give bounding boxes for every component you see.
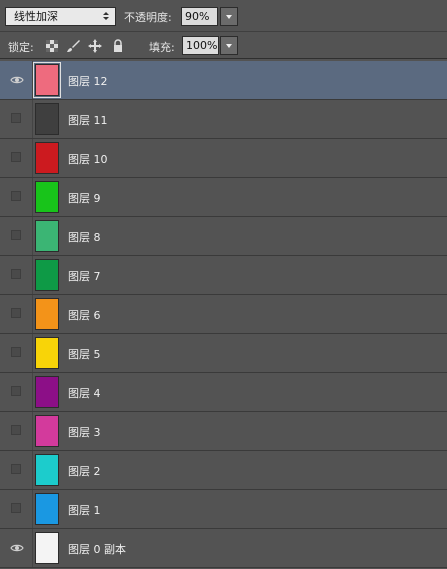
eye-icon: [10, 544, 24, 552]
layer-row[interactable]: 图层 12: [0, 61, 447, 100]
layer-name: 图层 12: [68, 75, 108, 88]
blend-mode-value: 线性加深: [14, 10, 58, 23]
fill-input[interactable]: 100%: [182, 36, 219, 55]
lock-position-move-icon[interactable]: [88, 39, 102, 53]
layer-row[interactable]: 图层 8: [0, 217, 447, 256]
layer-thumbnail[interactable]: [35, 298, 59, 330]
layer-name: 图层 3: [68, 426, 101, 439]
layer-thumbnail[interactable]: [35, 103, 59, 135]
visibility-empty-box: [11, 308, 21, 318]
layer-name: 图层 11: [68, 114, 108, 127]
layer-row[interactable]: 图层 6: [0, 295, 447, 334]
layer-name: 图层 9: [68, 192, 101, 205]
layer-row[interactable]: 图层 5: [0, 334, 447, 373]
layer-name: 图层 7: [68, 270, 101, 283]
visibility-empty-box: [11, 152, 21, 162]
visibility-empty-box: [11, 347, 21, 357]
visibility-empty-box: [11, 425, 21, 435]
visibility-toggle[interactable]: [0, 295, 33, 333]
visibility-toggle[interactable]: [0, 529, 33, 567]
layer-name: 图层 6: [68, 309, 101, 322]
layer-row[interactable]: 图层 4: [0, 373, 447, 412]
layer-row[interactable]: 图层 0 副本: [0, 529, 447, 568]
layer-thumbnail[interactable]: [35, 259, 59, 291]
layer-row[interactable]: 图层 7: [0, 256, 447, 295]
visibility-toggle[interactable]: [0, 100, 33, 138]
lock-label: 锁定:: [8, 41, 34, 54]
layer-thumbnail[interactable]: [35, 493, 59, 525]
layers-toolbar: 线性加深 不透明度: 90%: [0, 0, 447, 32]
layers-list: 图层 12 图层 11 图层 10 图层 9 图层 8 图层 7 图层 6 图层 5 图层 4 图…: [0, 61, 447, 568]
visibility-empty-box: [11, 386, 21, 396]
layer-name: 图层 5: [68, 348, 101, 361]
visibility-toggle[interactable]: [0, 490, 33, 528]
layer-name: 图层 4: [68, 387, 101, 400]
layer-thumbnail[interactable]: [35, 415, 59, 447]
lock-all-icon[interactable]: [111, 39, 125, 53]
visibility-toggle[interactable]: [0, 412, 33, 450]
layer-row[interactable]: 图层 1: [0, 490, 447, 529]
layer-name: 图层 0 副本: [68, 543, 126, 556]
visibility-toggle[interactable]: [0, 256, 33, 294]
visibility-empty-box: [11, 230, 21, 240]
layer-thumbnail[interactable]: [35, 181, 59, 213]
visibility-toggle[interactable]: [0, 334, 33, 372]
layer-row[interactable]: 图层 2: [0, 451, 447, 490]
opacity-label: 不透明度:: [124, 11, 172, 24]
layer-thumbnail[interactable]: [35, 376, 59, 408]
visibility-toggle[interactable]: [0, 373, 33, 411]
layer-row[interactable]: 图层 11: [0, 100, 447, 139]
updown-arrow-icon: [103, 12, 109, 20]
visibility-empty-box: [11, 113, 21, 123]
layer-thumbnail[interactable]: [33, 62, 61, 98]
lock-transparent-pixels-icon[interactable]: [45, 39, 59, 53]
layer-name: 图层 8: [68, 231, 101, 244]
layer-row[interactable]: 图层 3: [0, 412, 447, 451]
blend-mode-select[interactable]: 线性加深: [5, 7, 116, 26]
fill-dropdown-button[interactable]: [220, 36, 238, 55]
opacity-input[interactable]: 90%: [181, 7, 218, 26]
visibility-toggle[interactable]: [0, 217, 33, 255]
visibility-toggle[interactable]: [0, 178, 33, 216]
visibility-empty-box: [11, 464, 21, 474]
visibility-toggle[interactable]: [0, 451, 33, 489]
visibility-empty-box: [11, 269, 21, 279]
layer-name: 图层 2: [68, 465, 101, 478]
lock-image-pixels-brush-icon[interactable]: [66, 39, 80, 53]
visibility-empty-box: [11, 191, 21, 201]
layer-row[interactable]: 图层 10: [0, 139, 447, 178]
visibility-empty-box: [11, 503, 21, 513]
layer-name: 图层 1: [68, 504, 101, 517]
layer-thumbnail[interactable]: [35, 220, 59, 252]
fill-label: 填充:: [149, 41, 175, 54]
layer-thumbnail[interactable]: [35, 454, 59, 486]
layer-thumbnail[interactable]: [35, 532, 59, 564]
layer-name: 图层 10: [68, 153, 108, 166]
layer-thumbnail[interactable]: [35, 337, 59, 369]
layer-row[interactable]: 图层 9: [0, 178, 447, 217]
opacity-dropdown-button[interactable]: [220, 7, 238, 26]
lock-bar: 锁定: 填充: 100%: [0, 33, 447, 59]
visibility-toggle[interactable]: [0, 139, 33, 177]
eye-icon: [10, 76, 24, 84]
visibility-toggle[interactable]: [0, 61, 33, 99]
layer-thumbnail[interactable]: [35, 142, 59, 174]
